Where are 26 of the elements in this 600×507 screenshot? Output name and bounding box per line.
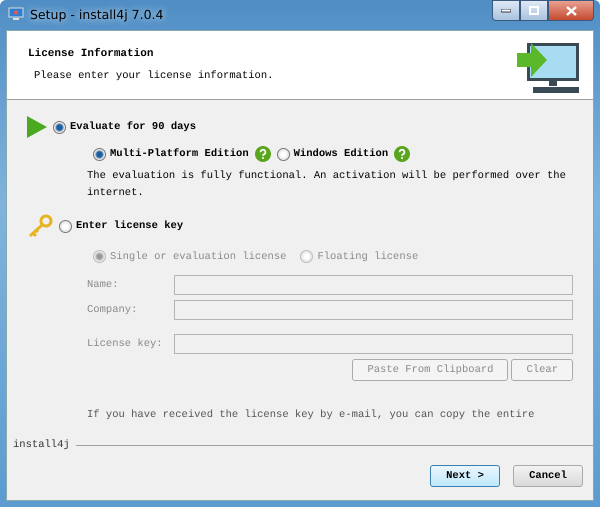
window-title: Setup - install4j 7.0.4	[30, 6, 164, 22]
evaluation-note: The evaluation is fully functional. An activation will be performed over the internet.	[87, 169, 567, 201]
maximize-button[interactable]	[520, 0, 548, 21]
minimize-icon	[501, 8, 511, 12]
help-icon[interactable]	[394, 146, 410, 162]
edition-radio[interactable]: Multi-Platform Edition	[93, 148, 249, 160]
minimize-button[interactable]	[492, 0, 520, 21]
brand-label: install4j	[13, 439, 70, 451]
page-subtitle: Please enter your license information.	[33, 70, 274, 82]
maximize-icon	[529, 6, 539, 15]
field-label: License key:	[87, 338, 164, 350]
cancel-button[interactable]: Cancel	[513, 465, 583, 487]
close-button[interactable]	[548, 0, 594, 21]
edition-radio[interactable]: Windows Edition	[276, 148, 388, 160]
next-button[interactable]: Next >	[430, 465, 500, 487]
license-key-radio[interactable]: Enter license key	[59, 220, 184, 232]
license-hint-text: If you have received the license key by e-mail, you can copy the entire	[87, 409, 536, 421]
play-icon	[27, 116, 47, 138]
monitor-icon	[8, 7, 24, 21]
field-label: Name:	[87, 279, 120, 291]
help-icon[interactable]	[254, 146, 271, 162]
page-title: License Information	[28, 48, 154, 60]
key-icon	[27, 214, 53, 238]
close-icon	[566, 6, 576, 16]
evaluate-radio[interactable]: Evaluate for 90 days	[53, 120, 196, 134]
field-label: Company:	[87, 304, 138, 316]
